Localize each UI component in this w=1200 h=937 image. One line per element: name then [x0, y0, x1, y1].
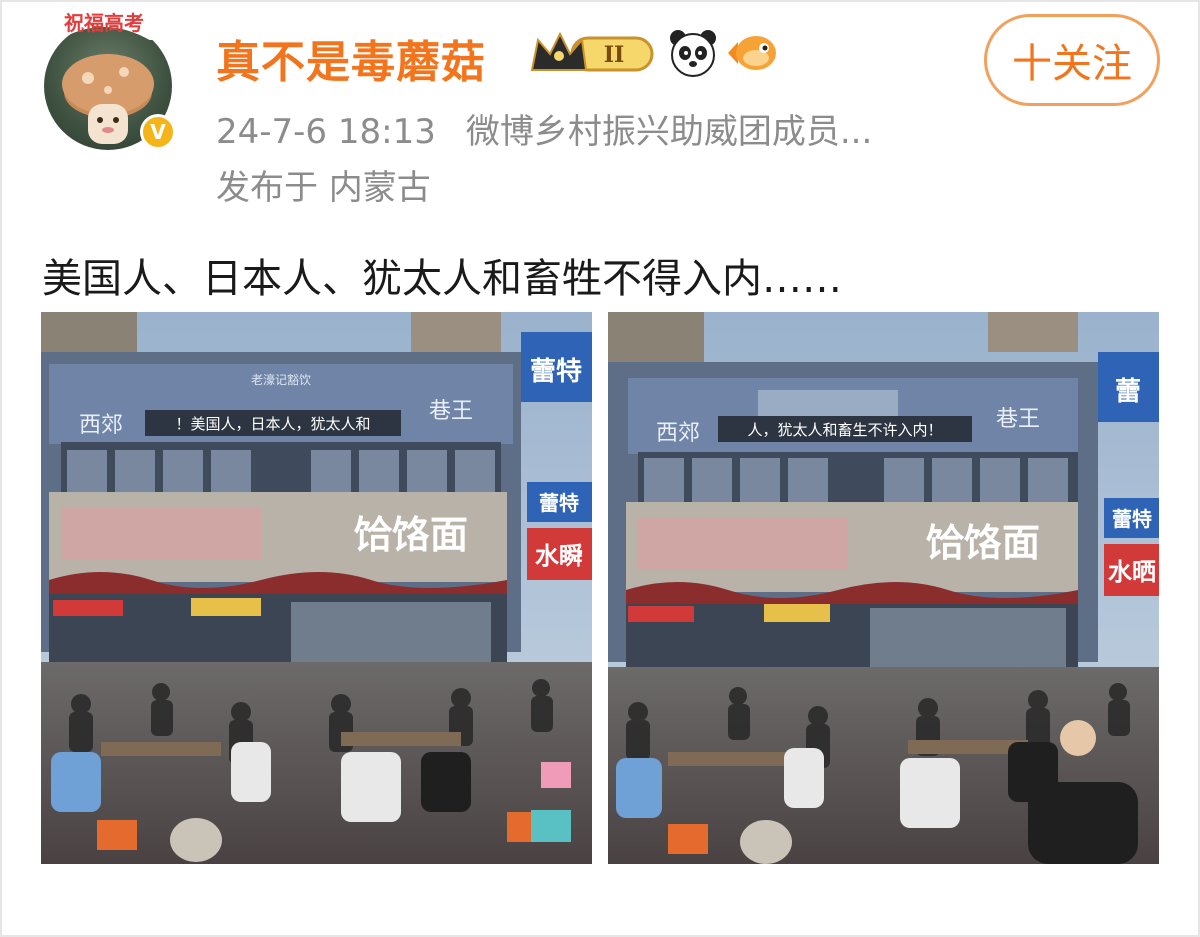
banner-text: ！美国人，日本人，犹太人和 — [175, 415, 370, 433]
storefront-photo: 老濠记豁饮 西郊 巷王 ！美国人，日本人，犹太人和 饸饹面 蕾特 蕾特 水瞬 — [41, 312, 592, 864]
post-location: 发布于 内蒙古 — [216, 168, 431, 208]
author-title: 微博乡村振兴助威团成员... — [465, 112, 873, 152]
author-name[interactable]: 真不是毒蘑菇 — [216, 26, 486, 90]
avatar-banner: 祝福高考 — [40, 5, 168, 40]
post-image-2[interactable]: 西郊 巷王 人，犹太人和畜生不许入内！ 饸饹面 蕾 蕾特 水晒 — [608, 312, 1159, 864]
post-text: 美国人、日本人、犹太人和畜牲不得入内…… — [42, 256, 842, 302]
shop-name: 饸饹面 — [926, 521, 1040, 565]
side-sign-3: 水晒 — [1108, 558, 1156, 586]
post-image-1[interactable]: 老濠记豁饮 西郊 巷王 ！美国人，日本人，犹太人和 饸饹面 蕾特 蕾特 水瞬 — [41, 312, 592, 864]
follow-button[interactable]: 十关注 — [984, 14, 1160, 106]
sign-right: 巷王 — [429, 399, 473, 424]
small-sign: 老濠记豁饮 — [251, 372, 311, 387]
sign-right: 巷王 — [996, 407, 1040, 432]
side-sign-1: 蕾 — [1115, 377, 1141, 407]
level-badge-label: II — [604, 42, 625, 68]
crown-level-icon[interactable]: II — [528, 30, 656, 76]
timestamp[interactable]: 24-7-6 18:13 — [216, 112, 436, 152]
side-sign-2: 蕾特 — [1112, 507, 1152, 531]
storefront-photo: 西郊 巷王 人，犹太人和畜生不许入内！ 饸饹面 蕾 蕾特 水晒 — [608, 312, 1159, 864]
banner-text: 人，犹太人和畜生不许入内！ — [747, 421, 942, 439]
side-sign-3: 水瞬 — [535, 542, 583, 570]
post-meta: 24-7-6 18:13 微博乡村振兴助威团成员... — [216, 104, 872, 153]
svg-text:祝福高考: 祝福高考 — [64, 11, 144, 35]
shop-name: 饸饹面 — [354, 513, 468, 557]
verified-badge-icon: V — [140, 114, 176, 150]
sign-left: 西郊 — [79, 413, 123, 438]
sign-left: 西郊 — [656, 421, 700, 446]
side-sign-2: 蕾特 — [539, 491, 579, 515]
fish-icon — [728, 36, 776, 70]
panda-icon — [670, 30, 716, 77]
side-sign-1: 蕾特 — [530, 356, 582, 387]
